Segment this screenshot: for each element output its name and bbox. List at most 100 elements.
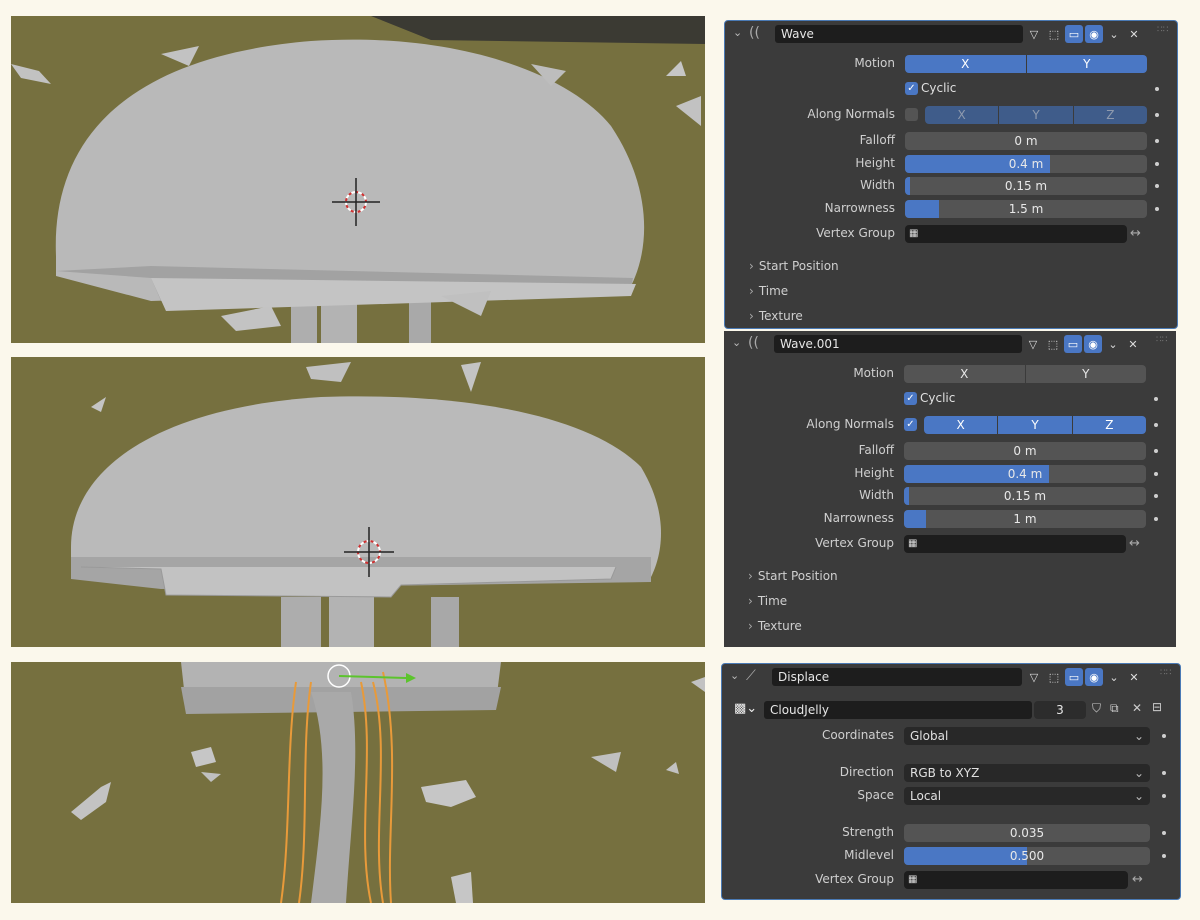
vertex-group-field[interactable]: ▦ bbox=[905, 225, 1127, 243]
texture-subpanel[interactable]: › Texture bbox=[749, 309, 803, 328]
render-icon[interactable]: ◉ bbox=[1084, 335, 1102, 353]
motion-x-button[interactable]: X bbox=[905, 55, 1026, 73]
time-subpanel[interactable]: › Time bbox=[748, 594, 787, 614]
narrowness-field[interactable]: 1 m bbox=[904, 510, 1146, 528]
keyframe-dot-icon[interactable] bbox=[1155, 139, 1159, 143]
vertex-group-field[interactable]: ▦ bbox=[904, 871, 1128, 889]
time-subpanel[interactable]: › Time bbox=[749, 284, 788, 304]
keyframe-dot-icon[interactable] bbox=[1162, 794, 1166, 798]
checker-texture-icon[interactable]: ▩⌄ bbox=[734, 701, 757, 716]
modifier-name-field[interactable]: Wave.001 bbox=[774, 335, 1022, 353]
dropdown-chevron-icon[interactable]: ⌄ bbox=[1104, 335, 1122, 353]
swap-icon[interactable]: ↔ bbox=[1130, 226, 1141, 241]
vertex-group-field[interactable]: ▦ bbox=[904, 535, 1126, 553]
edit-mode-icon[interactable]: ▽ bbox=[1025, 668, 1043, 686]
coordinates-label: Coordinates bbox=[821, 728, 894, 742]
motion-y-button[interactable]: Y bbox=[1025, 365, 1146, 383]
viewport-top[interactable] bbox=[11, 16, 705, 343]
keyframe-dot-icon[interactable] bbox=[1154, 449, 1158, 453]
dropdown-chevron-icon[interactable]: ⌄ bbox=[1105, 668, 1123, 686]
keyframe-dot-icon[interactable] bbox=[1154, 517, 1158, 521]
keyframe-dot-icon[interactable] bbox=[1162, 831, 1166, 835]
cage-icon[interactable]: ⬚ bbox=[1045, 25, 1063, 43]
axis-x-button[interactable]: X bbox=[924, 416, 998, 434]
modifier-name-field[interactable]: Wave bbox=[775, 25, 1023, 43]
along-normals-checkbox[interactable] bbox=[905, 108, 918, 121]
keyframe-dot-icon[interactable] bbox=[1154, 397, 1158, 401]
axis-x-button[interactable]: X bbox=[925, 106, 999, 124]
axis-z-button[interactable]: Z bbox=[1072, 416, 1146, 434]
keyframe-dot-icon[interactable] bbox=[1155, 113, 1159, 117]
realtime-icon[interactable]: ▭ bbox=[1064, 335, 1082, 353]
motion-row: Motion X Y bbox=[725, 54, 1177, 74]
unlink-close-icon[interactable]: ✕ bbox=[1132, 701, 1142, 715]
start-position-subpanel[interactable]: › Start Position bbox=[748, 569, 838, 589]
motion-x-button[interactable]: X bbox=[904, 365, 1025, 383]
keyframe-dot-icon[interactable] bbox=[1154, 472, 1158, 476]
keyframe-dot-icon[interactable] bbox=[1155, 184, 1159, 188]
keyframe-dot-icon[interactable] bbox=[1162, 734, 1166, 738]
drag-handle-icon[interactable]: ∷∷ bbox=[1156, 336, 1168, 348]
edit-mode-icon[interactable]: ▽ bbox=[1025, 25, 1043, 43]
coordinates-dropdown[interactable]: Global ⌄ bbox=[904, 727, 1150, 745]
keyframe-dot-icon[interactable] bbox=[1155, 87, 1159, 91]
drag-handle-icon[interactable]: ∷∷ bbox=[1160, 669, 1172, 681]
close-icon[interactable]: ✕ bbox=[1125, 668, 1143, 686]
collapse-chevron-icon[interactable]: ⌄ bbox=[732, 336, 741, 349]
keyframe-dot-icon[interactable] bbox=[1162, 854, 1166, 858]
narrowness-label: Narrowness bbox=[824, 201, 895, 215]
cyclic-checkbox[interactable]: ✓ bbox=[905, 82, 918, 95]
close-icon[interactable]: ✕ bbox=[1124, 335, 1142, 353]
close-icon[interactable]: ✕ bbox=[1125, 25, 1143, 43]
space-dropdown[interactable]: Local ⌄ bbox=[904, 787, 1150, 805]
swap-icon[interactable]: ↔ bbox=[1129, 536, 1140, 551]
strength-field[interactable]: 0.035 bbox=[904, 824, 1150, 842]
direction-label: Direction bbox=[839, 765, 894, 779]
modifier-name-field[interactable]: Displace bbox=[772, 668, 1022, 686]
duplicate-icon[interactable]: ⧉ bbox=[1110, 701, 1119, 716]
narrowness-field[interactable]: 1.5 m bbox=[905, 200, 1147, 218]
viewport-middle[interactable] bbox=[11, 357, 705, 647]
keyframe-dot-icon[interactable] bbox=[1155, 162, 1159, 166]
render-icon[interactable]: ◉ bbox=[1085, 25, 1103, 43]
falloff-field[interactable]: 0 m bbox=[904, 442, 1146, 460]
along-normals-checkbox[interactable]: ✓ bbox=[904, 418, 917, 431]
viewport-bottom[interactable] bbox=[11, 662, 705, 903]
direction-dropdown[interactable]: RGB to XYZ ⌄ bbox=[904, 764, 1150, 782]
height-field[interactable]: 0.4 m bbox=[904, 465, 1146, 483]
keyframe-dot-icon[interactable] bbox=[1162, 771, 1166, 775]
axis-y-button[interactable]: Y bbox=[998, 416, 1072, 434]
texture-name-field[interactable]: CloudJelly bbox=[764, 701, 1032, 719]
swap-icon[interactable]: ↔ bbox=[1132, 872, 1143, 887]
axis-y-button[interactable]: Y bbox=[999, 106, 1073, 124]
keyframe-dot-icon[interactable] bbox=[1154, 423, 1158, 427]
cage-icon[interactable]: ⬚ bbox=[1045, 668, 1063, 686]
width-field[interactable]: 0.15 m bbox=[905, 177, 1147, 195]
keyframe-dot-icon[interactable] bbox=[1154, 494, 1158, 498]
along-normals-row: Along Normals X Y Z bbox=[725, 105, 1177, 125]
realtime-icon[interactable]: ▭ bbox=[1065, 25, 1083, 43]
midlevel-field[interactable]: 0.500 bbox=[904, 847, 1150, 865]
keyframe-dot-icon[interactable] bbox=[1155, 207, 1159, 211]
axis-z-button[interactable]: Z bbox=[1073, 106, 1147, 124]
cage-icon[interactable]: ⬚ bbox=[1044, 335, 1062, 353]
drag-handle-icon[interactable]: ∷∷ bbox=[1157, 26, 1169, 38]
dropdown-chevron-icon[interactable]: ⌄ bbox=[1105, 25, 1123, 43]
height-field[interactable]: 0.4 m bbox=[905, 155, 1147, 173]
fake-user-icon[interactable]: ⛉ bbox=[1092, 701, 1101, 716]
edit-mode-icon[interactable]: ▽ bbox=[1024, 335, 1042, 353]
falloff-field[interactable]: 0 m bbox=[905, 132, 1147, 150]
midlevel-row: Midlevel 0.500 bbox=[722, 846, 1180, 866]
collapse-chevron-icon[interactable]: ⌄ bbox=[733, 26, 742, 39]
height-value: 0.4 m bbox=[1007, 467, 1043, 481]
texture-properties-icon[interactable]: ⊟ bbox=[1152, 700, 1162, 714]
texture-subpanel[interactable]: › Texture bbox=[748, 619, 802, 639]
collapse-chevron-icon[interactable]: ⌄ bbox=[730, 669, 739, 682]
start-position-subpanel[interactable]: › Start Position bbox=[749, 259, 839, 279]
width-field[interactable]: 0.15 m bbox=[904, 487, 1146, 505]
render-icon[interactable]: ◉ bbox=[1085, 668, 1103, 686]
cyclic-checkbox[interactable]: ✓ bbox=[904, 392, 917, 405]
texture-users-count[interactable]: 3 bbox=[1034, 701, 1086, 719]
motion-y-button[interactable]: Y bbox=[1026, 55, 1147, 73]
realtime-icon[interactable]: ▭ bbox=[1065, 668, 1083, 686]
